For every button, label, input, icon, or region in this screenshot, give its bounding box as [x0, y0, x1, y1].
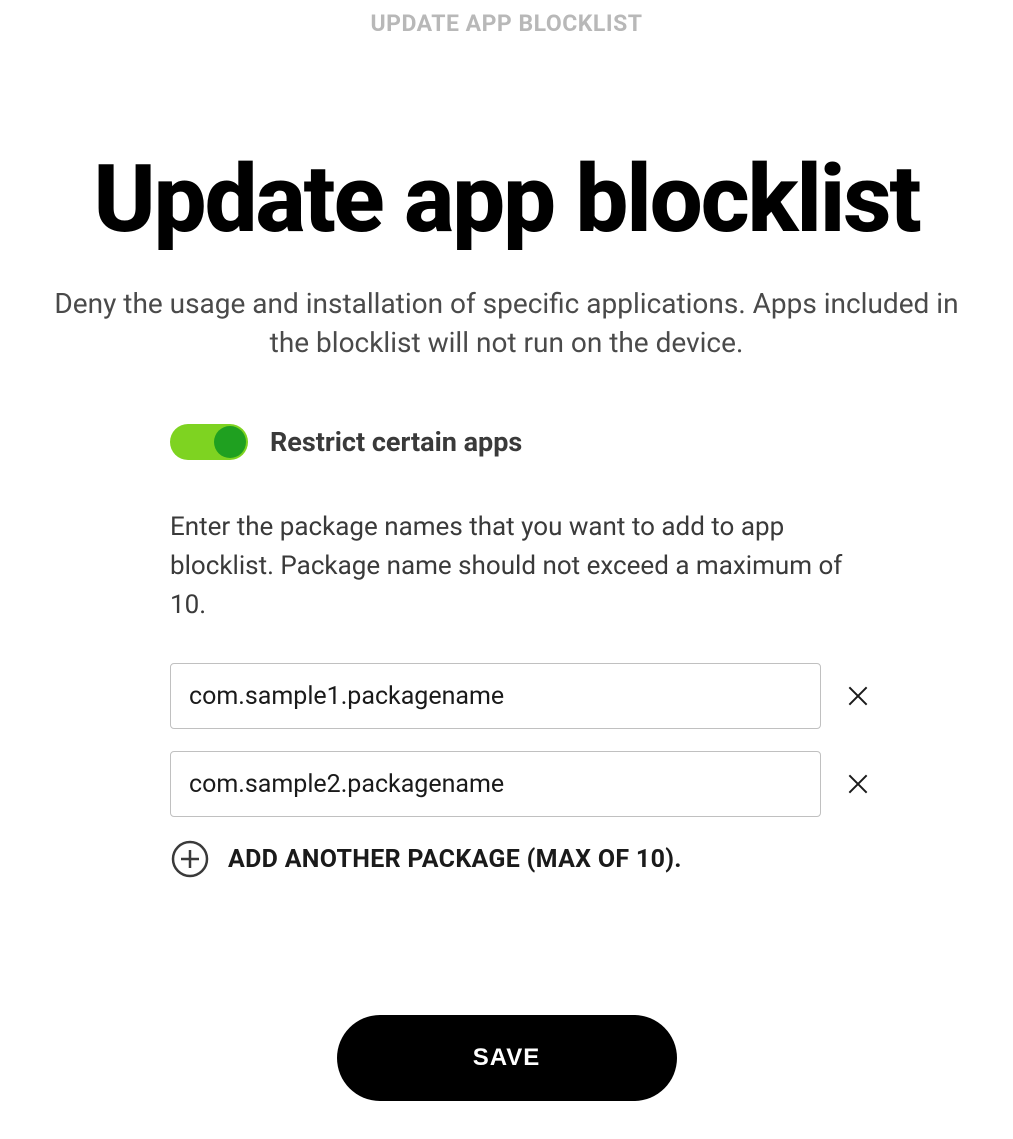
package-input-2[interactable]: [170, 751, 821, 817]
plus-circle-icon: [170, 839, 210, 879]
toggle-knob: [214, 426, 246, 458]
package-input-1[interactable]: [170, 663, 821, 729]
package-row: [170, 751, 873, 817]
page-title: Update app blocklist: [30, 152, 983, 246]
remove-package-button[interactable]: [843, 769, 873, 799]
header-breadcrumb: UPDATE APP BLOCKLIST: [0, 0, 1013, 37]
add-package-button[interactable]: [170, 839, 210, 879]
close-icon: [845, 771, 871, 797]
save-button[interactable]: SAVE: [337, 1015, 677, 1101]
close-icon: [845, 683, 871, 709]
toggle-label: Restrict certain apps: [270, 426, 522, 458]
package-row: [170, 663, 873, 729]
remove-package-button[interactable]: [843, 681, 873, 711]
instruction-text: Enter the package names that you want to…: [170, 508, 873, 625]
restrict-apps-toggle[interactable]: [170, 424, 248, 460]
page-description: Deny the usage and installation of speci…: [30, 284, 983, 362]
add-package-label[interactable]: ADD ANOTHER PACKAGE (MAX OF 10).: [228, 845, 682, 874]
package-list: ADD ANOTHER PACKAGE (MAX OF 10).: [170, 663, 873, 879]
